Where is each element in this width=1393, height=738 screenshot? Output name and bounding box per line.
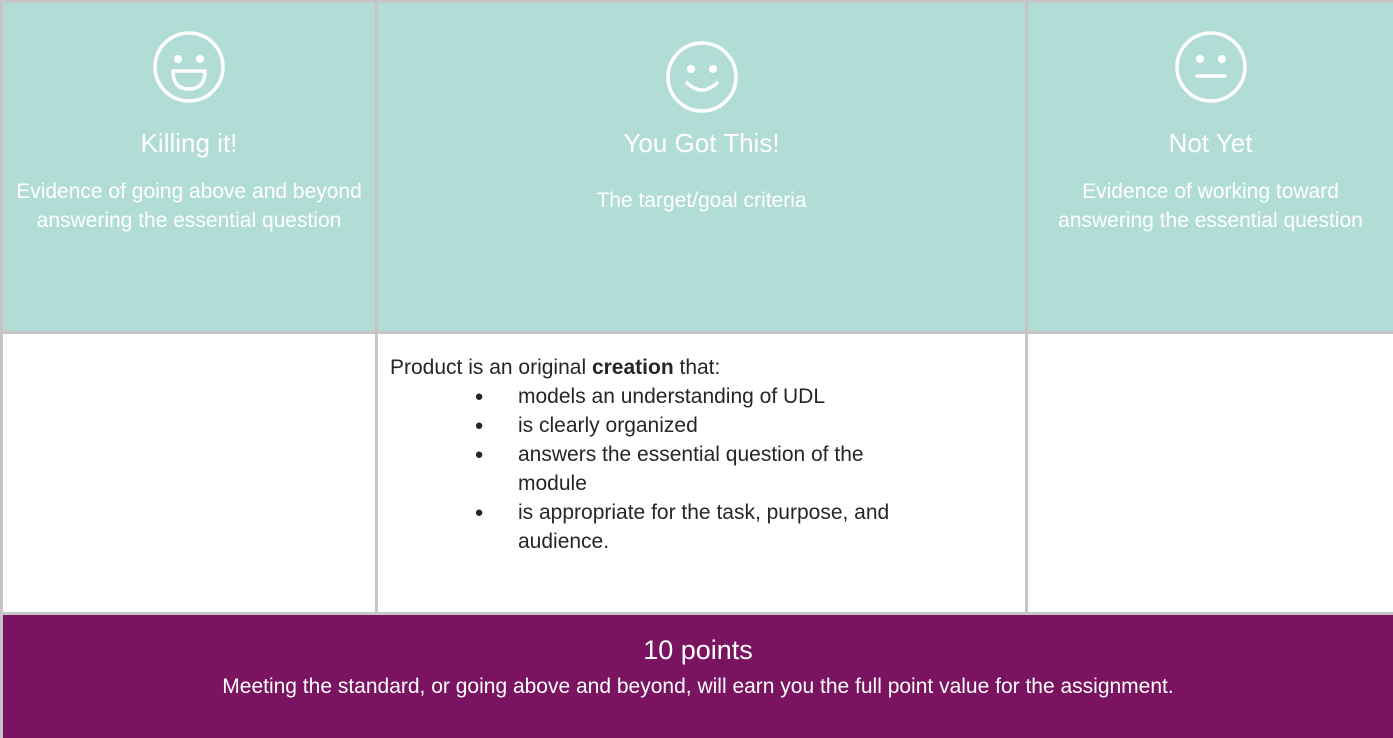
bullet-icon: ● <box>474 388 484 405</box>
bullet-icon: ● <box>474 446 484 463</box>
criteria-cell-not-yet <box>1028 331 1393 612</box>
level-killing-it: Killing it! Evidence of going above and … <box>0 0 378 331</box>
criteria-cell-you-got-this: Product is an original creation that: ● m… <box>378 331 1028 612</box>
rubric-table: Killing it! Evidence of going above and … <box>0 0 1393 738</box>
criteria-intro-bold: creation <box>591 356 674 379</box>
bullet-icon: ● <box>474 504 484 521</box>
level-description: Evidence of going above and beyond answe… <box>16 180 362 232</box>
level-title: You Got This! <box>623 128 780 158</box>
criteria-intro: Product is an original creation that: <box>390 353 1013 382</box>
list-item-text: is clearly organized <box>518 414 698 437</box>
criteria-cell-killing-it <box>0 331 378 612</box>
criteria-intro-prefix: Product is an original <box>390 356 592 379</box>
list-item: ● is clearly organized <box>474 411 1013 440</box>
points-footer: 10 points Meeting the standard, or going… <box>0 612 1393 738</box>
level-you-got-this: You Got This! The target/goal criteria <box>378 0 1028 331</box>
list-item: ● is appropriate for the task, purpose, a… <box>474 498 1013 556</box>
criteria-intro-suffix: that: <box>673 356 721 379</box>
bullet-icon: ● <box>474 417 484 434</box>
level-description: The target/goal criteria <box>596 189 807 212</box>
points-value: 10 points <box>643 635 753 665</box>
grinning-face-icon <box>153 31 225 103</box>
level-title: Killing it! <box>140 128 238 158</box>
criteria-list: ● models an understanding of UDL ● is clea… <box>390 382 1013 556</box>
list-item-text: answers the essential question of the mo… <box>518 443 864 495</box>
list-item: ● models an understanding of UDL <box>474 382 1013 411</box>
level-title: Not Yet <box>1168 128 1253 158</box>
rubric-criteria-row: Product is an original creation that: ● m… <box>0 331 1393 612</box>
list-item: ● answers the essential question of the m… <box>474 440 1013 498</box>
list-item-text: is appropriate for the task, purpose, an… <box>518 501 890 553</box>
level-not-yet: Not Yet Evidence of working toward answe… <box>1028 0 1393 331</box>
neutral-face-icon <box>1174 31 1247 103</box>
list-item-text: models an understanding of UDL <box>518 385 826 408</box>
rubric-header-row: Killing it! Evidence of going above and … <box>0 0 1393 331</box>
level-description: Evidence of working toward answering the… <box>1058 180 1363 232</box>
smiling-face-icon <box>665 41 738 113</box>
points-note: Meeting the standard, or going above and… <box>222 675 1174 698</box>
